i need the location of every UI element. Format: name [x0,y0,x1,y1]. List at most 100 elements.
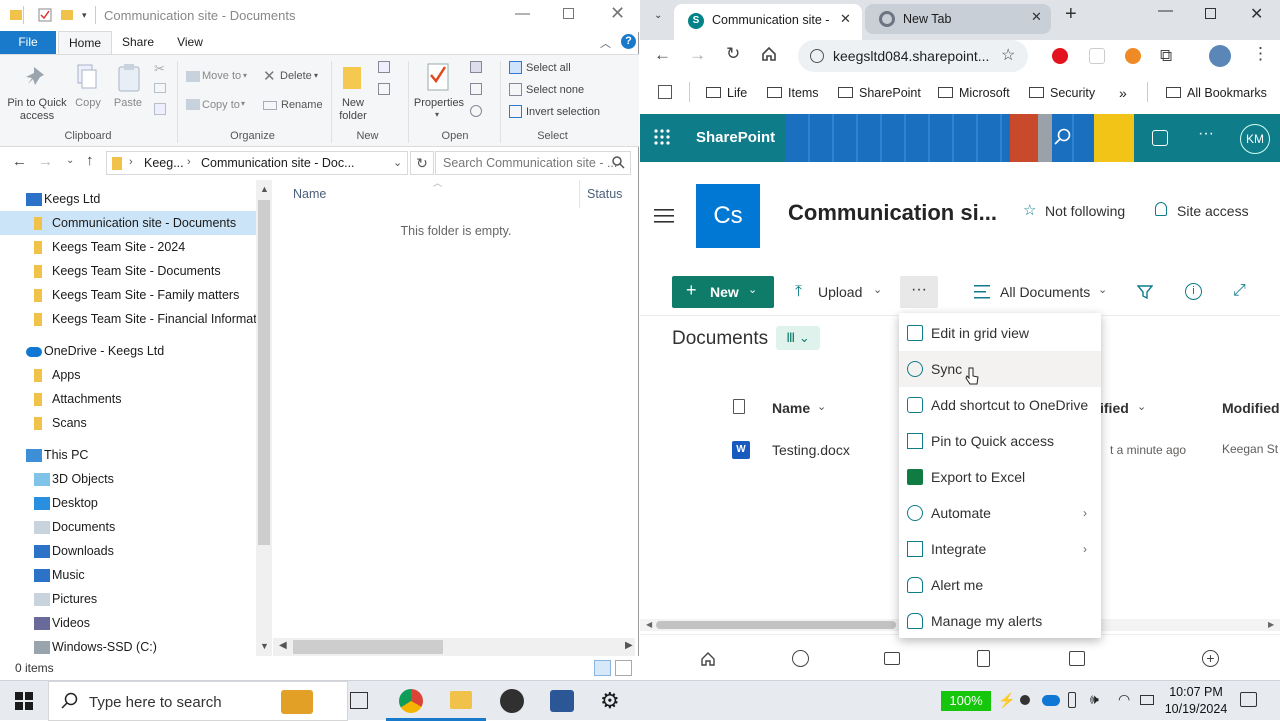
battery-icon[interactable] [1140,695,1154,705]
more-commands-button[interactable]: ··· [900,276,938,308]
hamburger-icon[interactable] [654,209,674,223]
new-tab-plus-icon[interactable]: + [1065,3,1077,26]
url-bar[interactable]: keegsltd084.sharepoint... ☆ [798,40,1028,72]
settings-gear-icon[interactable]: ⚙ [600,688,620,714]
extensions-puzzle-icon[interactable]: ⧉ [1160,46,1172,66]
file-explorer-taskbar-icon[interactable] [450,691,472,709]
follow-button[interactable]: Not following [1045,203,1125,219]
forward-arrow-icon[interactable]: → [689,45,706,65]
column-header-name[interactable]: Name [293,187,326,201]
properties-button[interactable]: Properties [412,97,466,110]
recent-locations-icon[interactable]: ⌄ [66,155,74,166]
collapse-ribbon-icon[interactable]: ︿ [600,35,611,51]
invert-selection-button[interactable]: Invert selection [526,106,616,119]
lists-icon[interactable] [1069,651,1085,666]
notifications-icon[interactable] [1240,692,1257,707]
library-views-icon[interactable]: Ⅲ ⌄ [776,326,820,350]
customize-quick-access-icon[interactable]: ▾ [82,10,87,21]
copy-button[interactable]: Copy [70,97,106,110]
tab-view[interactable]: View [166,31,214,55]
chrome-taskbar-icon[interactable] [399,689,423,713]
nav-item[interactable]: Downloads [0,539,256,563]
volume-icon[interactable]: 🕪 [1090,691,1099,708]
file-name-link[interactable]: Testing.docx [772,442,850,458]
history-icon[interactable] [470,105,482,117]
new-folder-button[interactable]: New folder [336,97,370,123]
apps-grid-icon[interactable] [658,85,672,99]
tab-home[interactable]: Home [58,31,112,55]
close-tab-icon[interactable]: ✕ [840,11,851,27]
all-bookmarks[interactable]: All Bookmarks [1166,84,1267,102]
nav-scrollbar-thumb[interactable] [258,200,270,545]
files-icon[interactable] [977,650,990,667]
maximize-button[interactable] [1205,8,1216,19]
nav-item[interactable]: 3D Objects [0,467,256,491]
home-icon[interactable] [700,651,716,667]
nav-item[interactable]: Keegs Ltd [0,187,256,211]
search-input[interactable]: Search Communication site - ... [443,156,617,170]
nav-item[interactable]: Apps [0,363,256,387]
nav-item[interactable]: Keegs Team Site - Documents [0,259,256,283]
close-button[interactable]: ✕ [610,3,625,24]
select-none-button[interactable]: Select none [526,84,606,97]
horizontal-scrollbar-thumb[interactable] [293,640,443,654]
back-arrow-icon[interactable]: ← [654,45,671,65]
close-tab-icon[interactable]: ✕ [1031,9,1042,25]
breadcrumb-communication-site[interactable]: Communication site - Doc... [201,156,355,170]
task-view-icon[interactable] [350,692,368,709]
column-header-name[interactable]: Name [772,400,810,416]
more-menu-icon[interactable]: ⋮ [1252,44,1269,64]
nav-item[interactable]: Communication site - Documents [0,211,256,235]
battery-percentage-badge[interactable]: 100% [941,691,991,711]
sharepoint-brand[interactable]: SharePoint [696,129,775,146]
nav-item[interactable]: This PC [0,443,256,467]
maximize-button[interactable] [563,8,574,19]
horizontal-scrollbar[interactable]: ◀ ▶ [273,638,635,656]
nav-item[interactable]: Keegs Team Site - 2024 [0,235,256,259]
globe-icon[interactable] [792,650,809,667]
reload-icon[interactable]: ↻ [726,44,740,64]
profile-avatar[interactable] [1209,45,1231,67]
breadcrumb-keegs[interactable]: Keeg... [144,156,184,170]
site-access-button[interactable]: Site access [1177,203,1249,219]
up-arrow-icon[interactable]: ↑ [86,152,94,169]
easy-access-icon[interactable] [378,83,390,95]
info-icon[interactable]: i [1185,283,1202,300]
menu-item-pin-to-quick-access[interactable]: Pin to Quick access [899,423,1101,459]
menu-item-sync[interactable]: Sync [899,351,1101,387]
copy-path-icon[interactable] [154,83,166,93]
close-button[interactable]: ✕ [1250,4,1263,24]
site-logo[interactable]: Cs [696,184,760,248]
nav-item[interactable]: Videos [0,611,256,635]
cut-icon[interactable]: ✂ [154,61,165,77]
horizontal-scrollbar-thumb[interactable] [656,621,896,629]
select-all-button[interactable]: Select all [526,62,606,75]
refresh-icon[interactable]: ↻ [410,151,434,175]
taskbar-search-box[interactable]: Type here to search [48,681,348,721]
new-item-icon[interactable] [378,61,390,73]
expand-icon[interactable]: ⤢ [1233,282,1246,300]
nav-item[interactable]: Attachments [0,387,256,411]
menu-item-add-shortcut-to-onedrive[interactable]: Add shortcut to OneDrive [899,387,1101,423]
bookmark-star-icon[interactable]: ☆ [1001,45,1015,65]
search-icon[interactable] [1054,128,1072,146]
wifi-icon[interactable]: ◠ [1118,691,1130,708]
url-text[interactable]: keegsltd084.sharepoint... [833,48,989,64]
taskbar-search-input[interactable]: Type here to search [89,694,222,711]
minimize-button[interactable]: — [515,5,530,22]
forward-arrow-icon[interactable]: → [38,153,53,170]
menu-item-alert-me[interactable]: Alert me [899,567,1101,603]
tab-new-tab[interactable]: New Tab ✕ [865,4,1051,34]
help-icon[interactable]: ? [621,34,636,49]
pin-to-quick-access-button[interactable]: Pin to Quick access [4,97,70,123]
tab-communication-site[interactable]: S Communication site - ✕ [674,4,862,40]
nav-item[interactable]: Desktop [0,491,256,515]
nav-item[interactable]: Scans [0,411,256,435]
status-icon[interactable] [1020,695,1030,705]
menu-item-edit-in-grid-view[interactable]: Edit in grid view [899,315,1101,351]
nav-item[interactable]: Documents [0,515,256,539]
windows-start-icon[interactable] [15,692,33,710]
menu-item-manage-my-alerts[interactable]: Manage my alerts [899,603,1101,639]
properties-quick-icon[interactable] [38,8,52,22]
copy-to-button[interactable]: Copy to [202,99,254,112]
